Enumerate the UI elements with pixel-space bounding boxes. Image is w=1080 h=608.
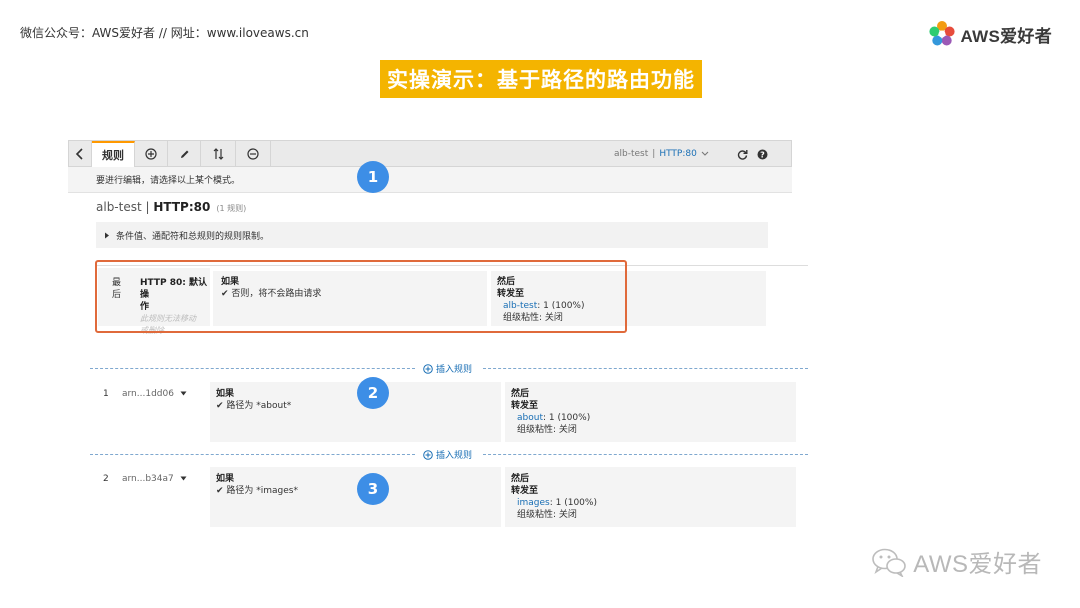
- wechat-info: 微信公众号：AWS爱好者 // 网址：www.iloveaws.cn: [20, 26, 309, 40]
- checkmark-icon: ✔: [216, 486, 227, 496]
- checkmark-icon: ✔: [216, 401, 227, 411]
- rule-limits-text: 条件值、通配符和总规则的规则限制。: [116, 231, 270, 242]
- rule-1-action: 然后 转发至 about: 1 (100%) 组级粘性: 关闭: [505, 382, 796, 442]
- rule-count: (1 规则): [216, 204, 247, 213]
- slide-title: 实操演示：基于路径的路由功能: [380, 60, 702, 98]
- listener-selector-value: HTTP:80: [659, 149, 697, 159]
- step-3-marker: 3: [357, 473, 389, 505]
- listener-selector[interactable]: alb-test | HTTP:80: [614, 141, 709, 167]
- chevron-left-icon: [75, 148, 83, 160]
- rule-arn-dropdown[interactable]: arn...b34a7: [122, 474, 187, 484]
- default-rule-highlight-box: [95, 260, 627, 333]
- rule-2-action: 然后 转发至 images: 1 (100%) 组级粘性: 关闭: [505, 467, 796, 527]
- delete-rule-button[interactable]: [236, 141, 271, 167]
- caret-right-icon: [105, 232, 109, 238]
- minus-circle-icon: [247, 148, 259, 160]
- insert-divider-left: [90, 368, 415, 369]
- wechat-watermark: AWS爱好者: [871, 544, 1042, 579]
- target-group-link[interactable]: about: [517, 413, 543, 423]
- help-icon: ?: [757, 149, 768, 159]
- insert-rule-button[interactable]: 插入规则: [423, 448, 472, 461]
- plus-circle-icon: [145, 148, 157, 160]
- lb-sep: |: [141, 200, 154, 214]
- caret-down-icon: [180, 476, 187, 481]
- step-1-marker: 1: [357, 161, 389, 193]
- refresh-icon: [737, 149, 748, 160]
- insert-divider-right: [483, 454, 808, 455]
- lb-selector-sep: |: [652, 149, 656, 159]
- wechat-icon: [872, 548, 907, 577]
- logo-text: AWS爱好者: [960, 26, 1052, 46]
- edit-hint: 要进行编辑，请选择以上某个模式。: [68, 167, 792, 193]
- tab-rules[interactable]: 规则: [92, 141, 135, 167]
- reorder-arrows-icon: [213, 148, 223, 160]
- back-button[interactable]: [69, 141, 92, 167]
- flower-logo-icon: [929, 21, 956, 46]
- svg-text:?: ?: [760, 150, 765, 159]
- rule-arn-dropdown[interactable]: arn...1dd06: [122, 389, 187, 399]
- help-button[interactable]: ?: [757, 141, 768, 167]
- rule-limits-expander[interactable]: 条件值、通配符和总规则的规则限制。: [96, 222, 768, 248]
- lb-selector-name: alb-test: [614, 149, 649, 159]
- plus-circle-icon: [423, 363, 433, 374]
- insert-divider-right: [483, 368, 808, 369]
- rule-number: 1: [103, 389, 109, 399]
- rule-1-condition: 如果 ✔ 路径为 *about*: [210, 382, 501, 442]
- rules-toolbar: 规则 alb-test | HTTP:80 ?: [68, 140, 792, 167]
- edit-rule-button[interactable]: [168, 141, 201, 167]
- add-rule-button[interactable]: [135, 141, 168, 167]
- lb-name: alb-test: [96, 200, 142, 214]
- listener-name: HTTP:80: [153, 200, 211, 214]
- insert-divider-left: [90, 454, 415, 455]
- aws-lover-logo: AWS爱好者: [928, 20, 1052, 48]
- insert-rule-button[interactable]: 插入规则: [423, 362, 472, 375]
- plus-circle-icon: [423, 449, 433, 460]
- rule-number: 2: [103, 474, 109, 484]
- pencil-icon: [180, 150, 188, 158]
- chevron-down-icon: [701, 151, 709, 156]
- step-2-marker: 2: [357, 377, 389, 409]
- listener-title: alb-test | HTTP:80 (1 规则): [96, 200, 246, 214]
- watermark-text: AWS爱好者: [913, 551, 1042, 578]
- caret-down-icon: [180, 391, 187, 396]
- target-group-link[interactable]: images: [517, 498, 550, 508]
- rule-2-condition: 如果 ✔ 路径为 *images*: [210, 467, 501, 527]
- reorder-rules-button[interactable]: [201, 141, 236, 167]
- refresh-button[interactable]: [737, 141, 748, 167]
